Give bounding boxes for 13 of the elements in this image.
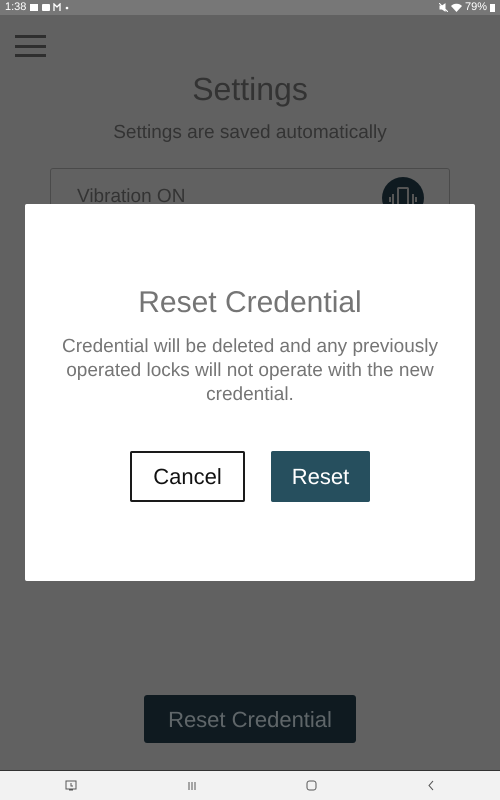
- cancel-button[interactable]: Cancel: [130, 451, 245, 502]
- mute-icon: [438, 3, 448, 12]
- home-icon[interactable]: [306, 780, 318, 791]
- status-time: 1:38: [5, 0, 26, 16]
- reset-button[interactable]: Reset: [271, 451, 370, 502]
- wifi-icon: [450, 3, 462, 12]
- recents-icon[interactable]: [186, 780, 197, 790]
- dialog-title: Reset Credential: [138, 285, 362, 321]
- battery-percent: 79%: [464, 0, 487, 16]
- back-icon[interactable]: [427, 780, 436, 791]
- screen-icon[interactable]: [64, 780, 77, 791]
- dialog-message: Credential will be deleted and any previously operated locks will not operate with the new credential.: [60, 335, 439, 407]
- battery-icon: [490, 3, 495, 12]
